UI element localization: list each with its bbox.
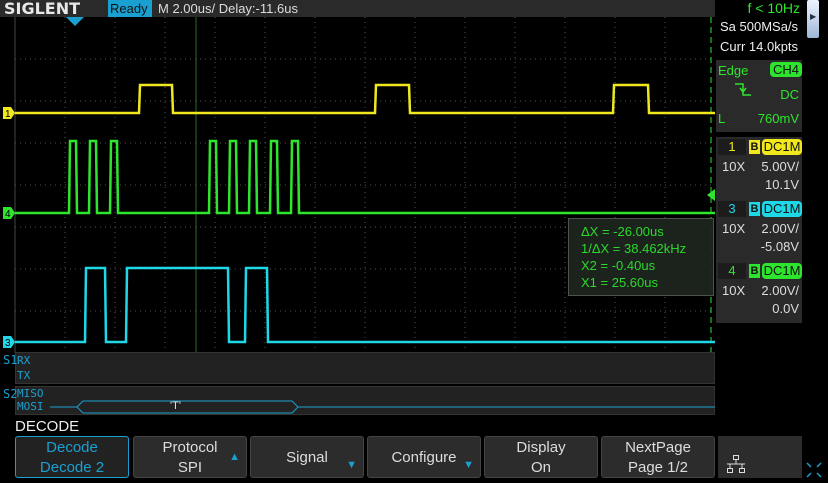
trigger-level-label: L bbox=[718, 111, 726, 126]
ch1-marker-label: 1 bbox=[5, 109, 11, 120]
coupling-badge: DC1M bbox=[762, 263, 802, 279]
trigger-panel[interactable]: Edge CH4 DC L 760mV bbox=[716, 60, 803, 132]
waveform-grid: 1 4 3 bbox=[3, 17, 715, 353]
status-bar: SIGLENT Ready M 2.00us/ Delay:-11.6us bbox=[0, 0, 715, 18]
siglent-logo: SIGLENT bbox=[4, 0, 81, 18]
menu-button-display[interactable]: Display On bbox=[484, 436, 598, 478]
ch4-marker-label: 4 bbox=[5, 209, 11, 220]
channel-number: 3 bbox=[718, 201, 746, 217]
channel-offset: 0.0V bbox=[772, 301, 799, 316]
probe-ratio: 10X bbox=[722, 283, 746, 298]
ch3-marker-label: 3 bbox=[5, 338, 11, 349]
button-value: Decode 2 bbox=[39, 459, 105, 476]
bandwidth-limit-badge: B bbox=[749, 202, 760, 216]
channel-panel-4[interactable]: 4 B DC1M 10X 2.00V/ 0.0V bbox=[716, 261, 802, 323]
rx-label: RX bbox=[17, 354, 31, 367]
bandwidth-limit-badge: B bbox=[749, 140, 760, 154]
bus-s2-label: S2 bbox=[3, 387, 18, 401]
frequency-counter: f < 10Hz bbox=[716, 0, 802, 17]
channel-offset: -5.08V bbox=[760, 239, 799, 254]
button-value: On bbox=[530, 459, 551, 476]
menu-button-signal[interactable]: Signal ▼ bbox=[250, 436, 364, 478]
menu-button-protocol[interactable]: Protocol SPI ▲ bbox=[133, 436, 247, 478]
cursor-frequency: 1/ΔX = 38.462kHz bbox=[581, 241, 687, 256]
menu-button-decode[interactable]: Decode Decode 2 bbox=[15, 436, 129, 478]
bandwidth-limit-badge: B bbox=[749, 264, 760, 278]
trigger-type: Edge bbox=[718, 63, 749, 78]
coupling-badge: DC1M bbox=[762, 139, 802, 155]
decode-bus-s1[interactable] bbox=[15, 352, 715, 384]
button-label: Decode bbox=[46, 439, 98, 456]
channel-number: 4 bbox=[718, 263, 746, 279]
bus-s1-label: S1 bbox=[3, 353, 18, 367]
miso-label: MISO bbox=[17, 387, 44, 400]
probe-ratio: 10X bbox=[722, 159, 746, 174]
arrow-down-icon: ▼ bbox=[346, 459, 357, 471]
channel-panel-1[interactable]: 1 B DC1M 10X 5.00V/ 10.1V bbox=[716, 137, 802, 199]
coupling-badge: DC1M bbox=[762, 201, 802, 217]
mosi-decoded-value: 'T' bbox=[170, 400, 181, 412]
trigger-level: 760mV bbox=[757, 111, 799, 126]
timebase-readout[interactable]: M 2.00us/ Delay:-11.6us bbox=[158, 0, 298, 17]
trigger-position-marker[interactable] bbox=[66, 17, 84, 27]
arrow-down-icon: ▼ bbox=[463, 459, 474, 471]
tx-label: TX bbox=[17, 369, 31, 382]
channel-offset: 10.1V bbox=[765, 177, 799, 192]
network-icon bbox=[727, 455, 745, 473]
fullscreen-icon[interactable] bbox=[806, 462, 822, 478]
channel-panel-3[interactable]: 3 B DC1M 10X 2.00V/ -5.08V bbox=[716, 199, 802, 261]
trigger-coupling: DC bbox=[780, 87, 799, 102]
button-label: Display bbox=[516, 439, 566, 456]
sample-rate: Sa 500MSa/s bbox=[720, 19, 799, 34]
trigger-source: CH4 bbox=[770, 62, 803, 77]
cursor-delta-x: ΔX = -26.00us bbox=[581, 224, 664, 239]
mosi-decode-frame bbox=[50, 400, 715, 414]
volts-per-div: 2.00V/ bbox=[761, 283, 799, 298]
menu-title: DECODE bbox=[15, 418, 80, 435]
button-value: Page 1/2 bbox=[627, 459, 689, 476]
cursor-x1: X1 = 25.60us bbox=[581, 275, 658, 290]
acquisition-panel: Sa 500MSa/s Curr 14.0kpts bbox=[716, 17, 802, 59]
falling-edge-icon bbox=[735, 83, 751, 96]
volts-per-div: 2.00V/ bbox=[761, 221, 799, 236]
cursor-x2: X2 = -0.40us bbox=[581, 258, 656, 273]
mosi-label: MOSI bbox=[17, 400, 44, 413]
arrow-up-icon: ▲ bbox=[229, 451, 240, 463]
probe-ratio: 10X bbox=[722, 221, 746, 236]
channel-number: 1 bbox=[718, 139, 746, 155]
run-status[interactable]: Ready bbox=[108, 0, 152, 17]
side-panel-toggle[interactable]: ▶ bbox=[807, 0, 819, 38]
button-label: NextPage bbox=[625, 439, 691, 456]
memory-depth: Curr 14.0kpts bbox=[720, 39, 799, 54]
menu-button-nextpage[interactable]: NextPage Page 1/2 bbox=[601, 436, 715, 478]
cursor-measure-panel: ΔX = -26.00us 1/ΔX = 38.462kHz X2 = -0.4… bbox=[568, 218, 714, 296]
volts-per-div: 5.00V/ bbox=[761, 159, 799, 174]
network-status[interactable] bbox=[718, 436, 802, 478]
menu-button-configure[interactable]: Configure ▼ bbox=[367, 436, 481, 478]
